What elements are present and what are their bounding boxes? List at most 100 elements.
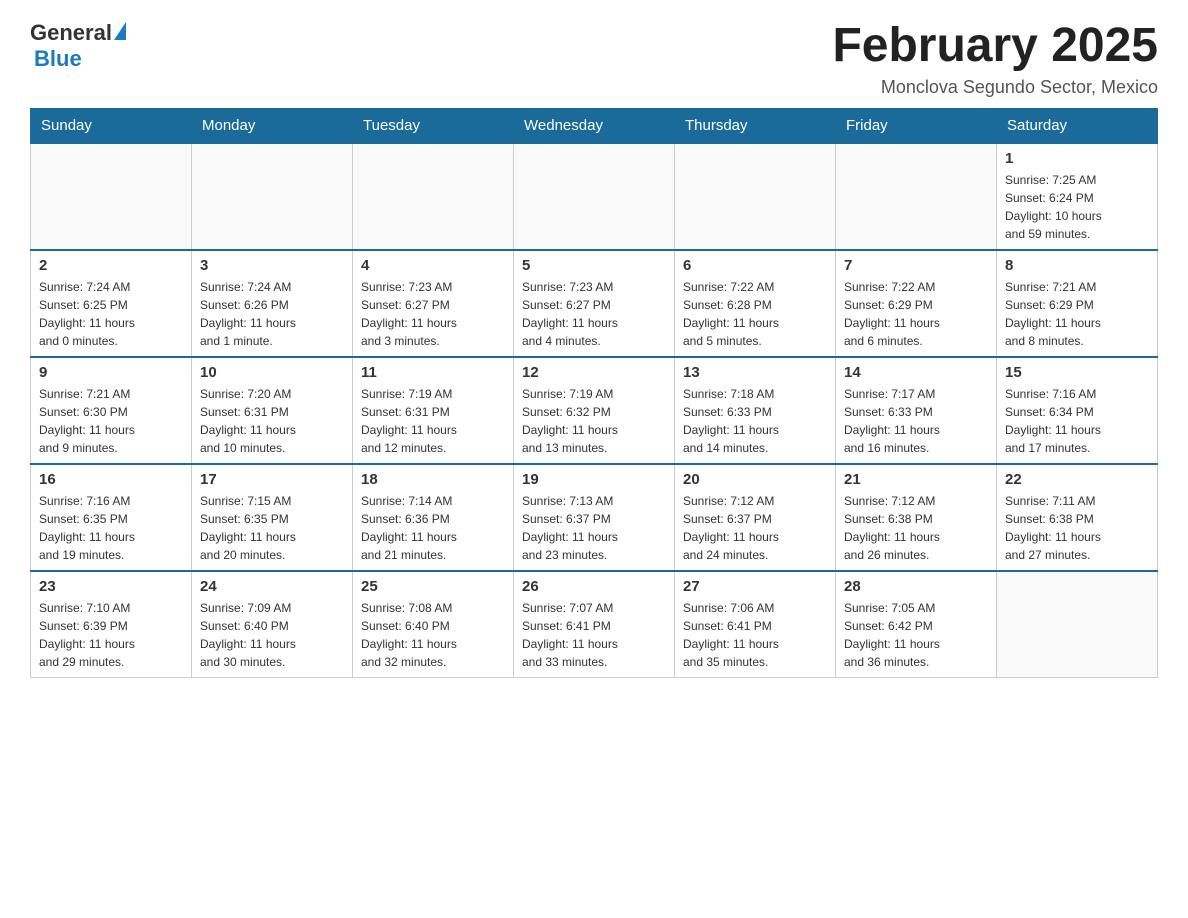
location-subtitle: Monclova Segundo Sector, Mexico <box>832 77 1158 98</box>
calendar-cell: 3 Sunrise: 7:24 AM Sunset: 6:26 PM Daylig… <box>192 250 353 357</box>
calendar-cell: 20 Sunrise: 7:12 AM Sunset: 6:37 PM Dayli… <box>675 464 836 571</box>
day-info: Sunrise: 7:11 AM Sunset: 6:38 PM Dayligh… <box>1005 492 1149 564</box>
calendar-cell: 18 Sunrise: 7:14 AM Sunset: 6:36 PM Dayli… <box>353 464 514 571</box>
weekday-header-wednesday: Wednesday <box>514 108 675 143</box>
day-info: Sunrise: 7:21 AM Sunset: 6:30 PM Dayligh… <box>39 385 183 457</box>
day-info: Sunrise: 7:14 AM Sunset: 6:36 PM Dayligh… <box>361 492 505 564</box>
day-info: Sunrise: 7:07 AM Sunset: 6:41 PM Dayligh… <box>522 599 666 671</box>
day-info: Sunrise: 7:24 AM Sunset: 6:26 PM Dayligh… <box>200 278 344 350</box>
weekday-header-tuesday: Tuesday <box>353 108 514 143</box>
calendar-cell: 6Sunrise: 7:22 AM Sunset: 6:28 PM Daylig… <box>675 250 836 357</box>
title-area: February 2025 Monclova Segundo Sector, M… <box>832 20 1158 98</box>
day-info: Sunrise: 7:22 AM Sunset: 6:29 PM Dayligh… <box>844 278 988 350</box>
day-info: Sunrise: 7:24 AM Sunset: 6:25 PM Dayligh… <box>39 278 183 350</box>
day-number: 10 <box>200 364 344 381</box>
day-number: 7 <box>844 257 988 274</box>
day-number: 28 <box>844 578 988 595</box>
day-info: Sunrise: 7:15 AM Sunset: 6:35 PM Dayligh… <box>200 492 344 564</box>
day-info: Sunrise: 7:19 AM Sunset: 6:32 PM Dayligh… <box>522 385 666 457</box>
day-number: 4 <box>361 257 505 274</box>
calendar-cell: 13 Sunrise: 7:18 AM Sunset: 6:33 PM Dayli… <box>675 357 836 464</box>
day-number: 8 <box>1005 257 1149 274</box>
day-number: 24 <box>200 578 344 595</box>
day-number: 13 <box>683 364 827 381</box>
weekday-header-saturday: Saturday <box>997 108 1158 143</box>
day-info: Sunrise: 7:10 AM Sunset: 6:39 PM Dayligh… <box>39 599 183 671</box>
day-number: 21 <box>844 471 988 488</box>
calendar-cell <box>514 143 675 250</box>
calendar-cell: 21 Sunrise: 7:12 AM Sunset: 6:38 PM Dayli… <box>836 464 997 571</box>
day-info: Sunrise: 7:16 AM Sunset: 6:34 PM Dayligh… <box>1005 385 1149 457</box>
day-info: Sunrise: 7:05 AM Sunset: 6:42 PM Dayligh… <box>844 599 988 671</box>
logo-general-text: General <box>30 20 112 46</box>
day-number: 1 <box>1005 150 1149 167</box>
calendar-cell: 10 Sunrise: 7:20 AM Sunset: 6:31 PM Dayli… <box>192 357 353 464</box>
logo-blue-text: Blue <box>34 46 82 71</box>
day-number: 16 <box>39 471 183 488</box>
weekday-header-thursday: Thursday <box>675 108 836 143</box>
logo: General Blue <box>30 20 126 72</box>
day-info: Sunrise: 7:20 AM Sunset: 6:31 PM Dayligh… <box>200 385 344 457</box>
day-info: Sunrise: 7:16 AM Sunset: 6:35 PM Dayligh… <box>39 492 183 564</box>
day-number: 3 <box>200 257 344 274</box>
day-number: 23 <box>39 578 183 595</box>
calendar-cell: 4 Sunrise: 7:23 AM Sunset: 6:27 PM Daylig… <box>353 250 514 357</box>
day-info: Sunrise: 7:23 AM Sunset: 6:27 PM Dayligh… <box>361 278 505 350</box>
day-number: 9 <box>39 364 183 381</box>
month-year-title: February 2025 <box>832 20 1158 73</box>
calendar-cell: 8 Sunrise: 7:21 AM Sunset: 6:29 PM Daylig… <box>997 250 1158 357</box>
calendar-week-3: 9 Sunrise: 7:21 AM Sunset: 6:30 PM Daylig… <box>31 357 1158 464</box>
calendar-cell: 14Sunrise: 7:17 AM Sunset: 6:33 PM Dayli… <box>836 357 997 464</box>
calendar-cell: 11Sunrise: 7:19 AM Sunset: 6:31 PM Dayli… <box>353 357 514 464</box>
calendar-cell <box>836 143 997 250</box>
day-number: 27 <box>683 578 827 595</box>
calendar-cell: 25Sunrise: 7:08 AM Sunset: 6:40 PM Dayli… <box>353 571 514 678</box>
day-info: Sunrise: 7:19 AM Sunset: 6:31 PM Dayligh… <box>361 385 505 457</box>
calendar-cell: 5 Sunrise: 7:23 AM Sunset: 6:27 PM Daylig… <box>514 250 675 357</box>
day-info: Sunrise: 7:25 AM Sunset: 6:24 PM Dayligh… <box>1005 171 1149 243</box>
calendar-cell: 1 Sunrise: 7:25 AM Sunset: 6:24 PM Daylig… <box>997 143 1158 250</box>
calendar-cell <box>997 571 1158 678</box>
day-number: 22 <box>1005 471 1149 488</box>
calendar-cell: 12 Sunrise: 7:19 AM Sunset: 6:32 PM Dayli… <box>514 357 675 464</box>
day-number: 5 <box>522 257 666 274</box>
calendar-cell: 7 Sunrise: 7:22 AM Sunset: 6:29 PM Daylig… <box>836 250 997 357</box>
weekday-header-monday: Monday <box>192 108 353 143</box>
calendar-week-2: 2 Sunrise: 7:24 AM Sunset: 6:25 PM Daylig… <box>31 250 1158 357</box>
calendar-cell <box>353 143 514 250</box>
calendar-cell <box>192 143 353 250</box>
day-number: 17 <box>200 471 344 488</box>
day-number: 12 <box>522 364 666 381</box>
day-number: 25 <box>361 578 505 595</box>
day-number: 2 <box>39 257 183 274</box>
page-header: General Blue February 2025 Monclova Segu… <box>30 20 1158 98</box>
day-info: Sunrise: 7:21 AM Sunset: 6:29 PM Dayligh… <box>1005 278 1149 350</box>
day-info: Sunrise: 7:12 AM Sunset: 6:38 PM Dayligh… <box>844 492 988 564</box>
day-info: Sunrise: 7:23 AM Sunset: 6:27 PM Dayligh… <box>522 278 666 350</box>
calendar-cell: 16 Sunrise: 7:16 AM Sunset: 6:35 PM Dayli… <box>31 464 192 571</box>
weekday-header-row: SundayMondayTuesdayWednesdayThursdayFrid… <box>31 108 1158 143</box>
day-number: 18 <box>361 471 505 488</box>
day-info: Sunrise: 7:13 AM Sunset: 6:37 PM Dayligh… <box>522 492 666 564</box>
day-info: Sunrise: 7:22 AM Sunset: 6:28 PM Dayligh… <box>683 278 827 350</box>
weekday-header-friday: Friday <box>836 108 997 143</box>
calendar-cell: 23 Sunrise: 7:10 AM Sunset: 6:39 PM Dayli… <box>31 571 192 678</box>
day-info: Sunrise: 7:09 AM Sunset: 6:40 PM Dayligh… <box>200 599 344 671</box>
day-number: 15 <box>1005 364 1149 381</box>
day-number: 20 <box>683 471 827 488</box>
calendar-week-5: 23 Sunrise: 7:10 AM Sunset: 6:39 PM Dayli… <box>31 571 1158 678</box>
calendar-cell: 24 Sunrise: 7:09 AM Sunset: 6:40 PM Dayli… <box>192 571 353 678</box>
calendar-week-1: 1 Sunrise: 7:25 AM Sunset: 6:24 PM Daylig… <box>31 143 1158 250</box>
logo-triangle-icon <box>114 22 126 40</box>
day-number: 14 <box>844 364 988 381</box>
calendar-week-4: 16 Sunrise: 7:16 AM Sunset: 6:35 PM Dayli… <box>31 464 1158 571</box>
day-info: Sunrise: 7:12 AM Sunset: 6:37 PM Dayligh… <box>683 492 827 564</box>
calendar-cell: 15 Sunrise: 7:16 AM Sunset: 6:34 PM Dayli… <box>997 357 1158 464</box>
calendar-cell: 22 Sunrise: 7:11 AM Sunset: 6:38 PM Dayli… <box>997 464 1158 571</box>
calendar-cell: 17 Sunrise: 7:15 AM Sunset: 6:35 PM Dayli… <box>192 464 353 571</box>
day-number: 19 <box>522 471 666 488</box>
calendar-cell: 28 Sunrise: 7:05 AM Sunset: 6:42 PM Dayli… <box>836 571 997 678</box>
day-info: Sunrise: 7:18 AM Sunset: 6:33 PM Dayligh… <box>683 385 827 457</box>
calendar-table: SundayMondayTuesdayWednesdayThursdayFrid… <box>30 108 1158 678</box>
calendar-cell: 19 Sunrise: 7:13 AM Sunset: 6:37 PM Dayli… <box>514 464 675 571</box>
